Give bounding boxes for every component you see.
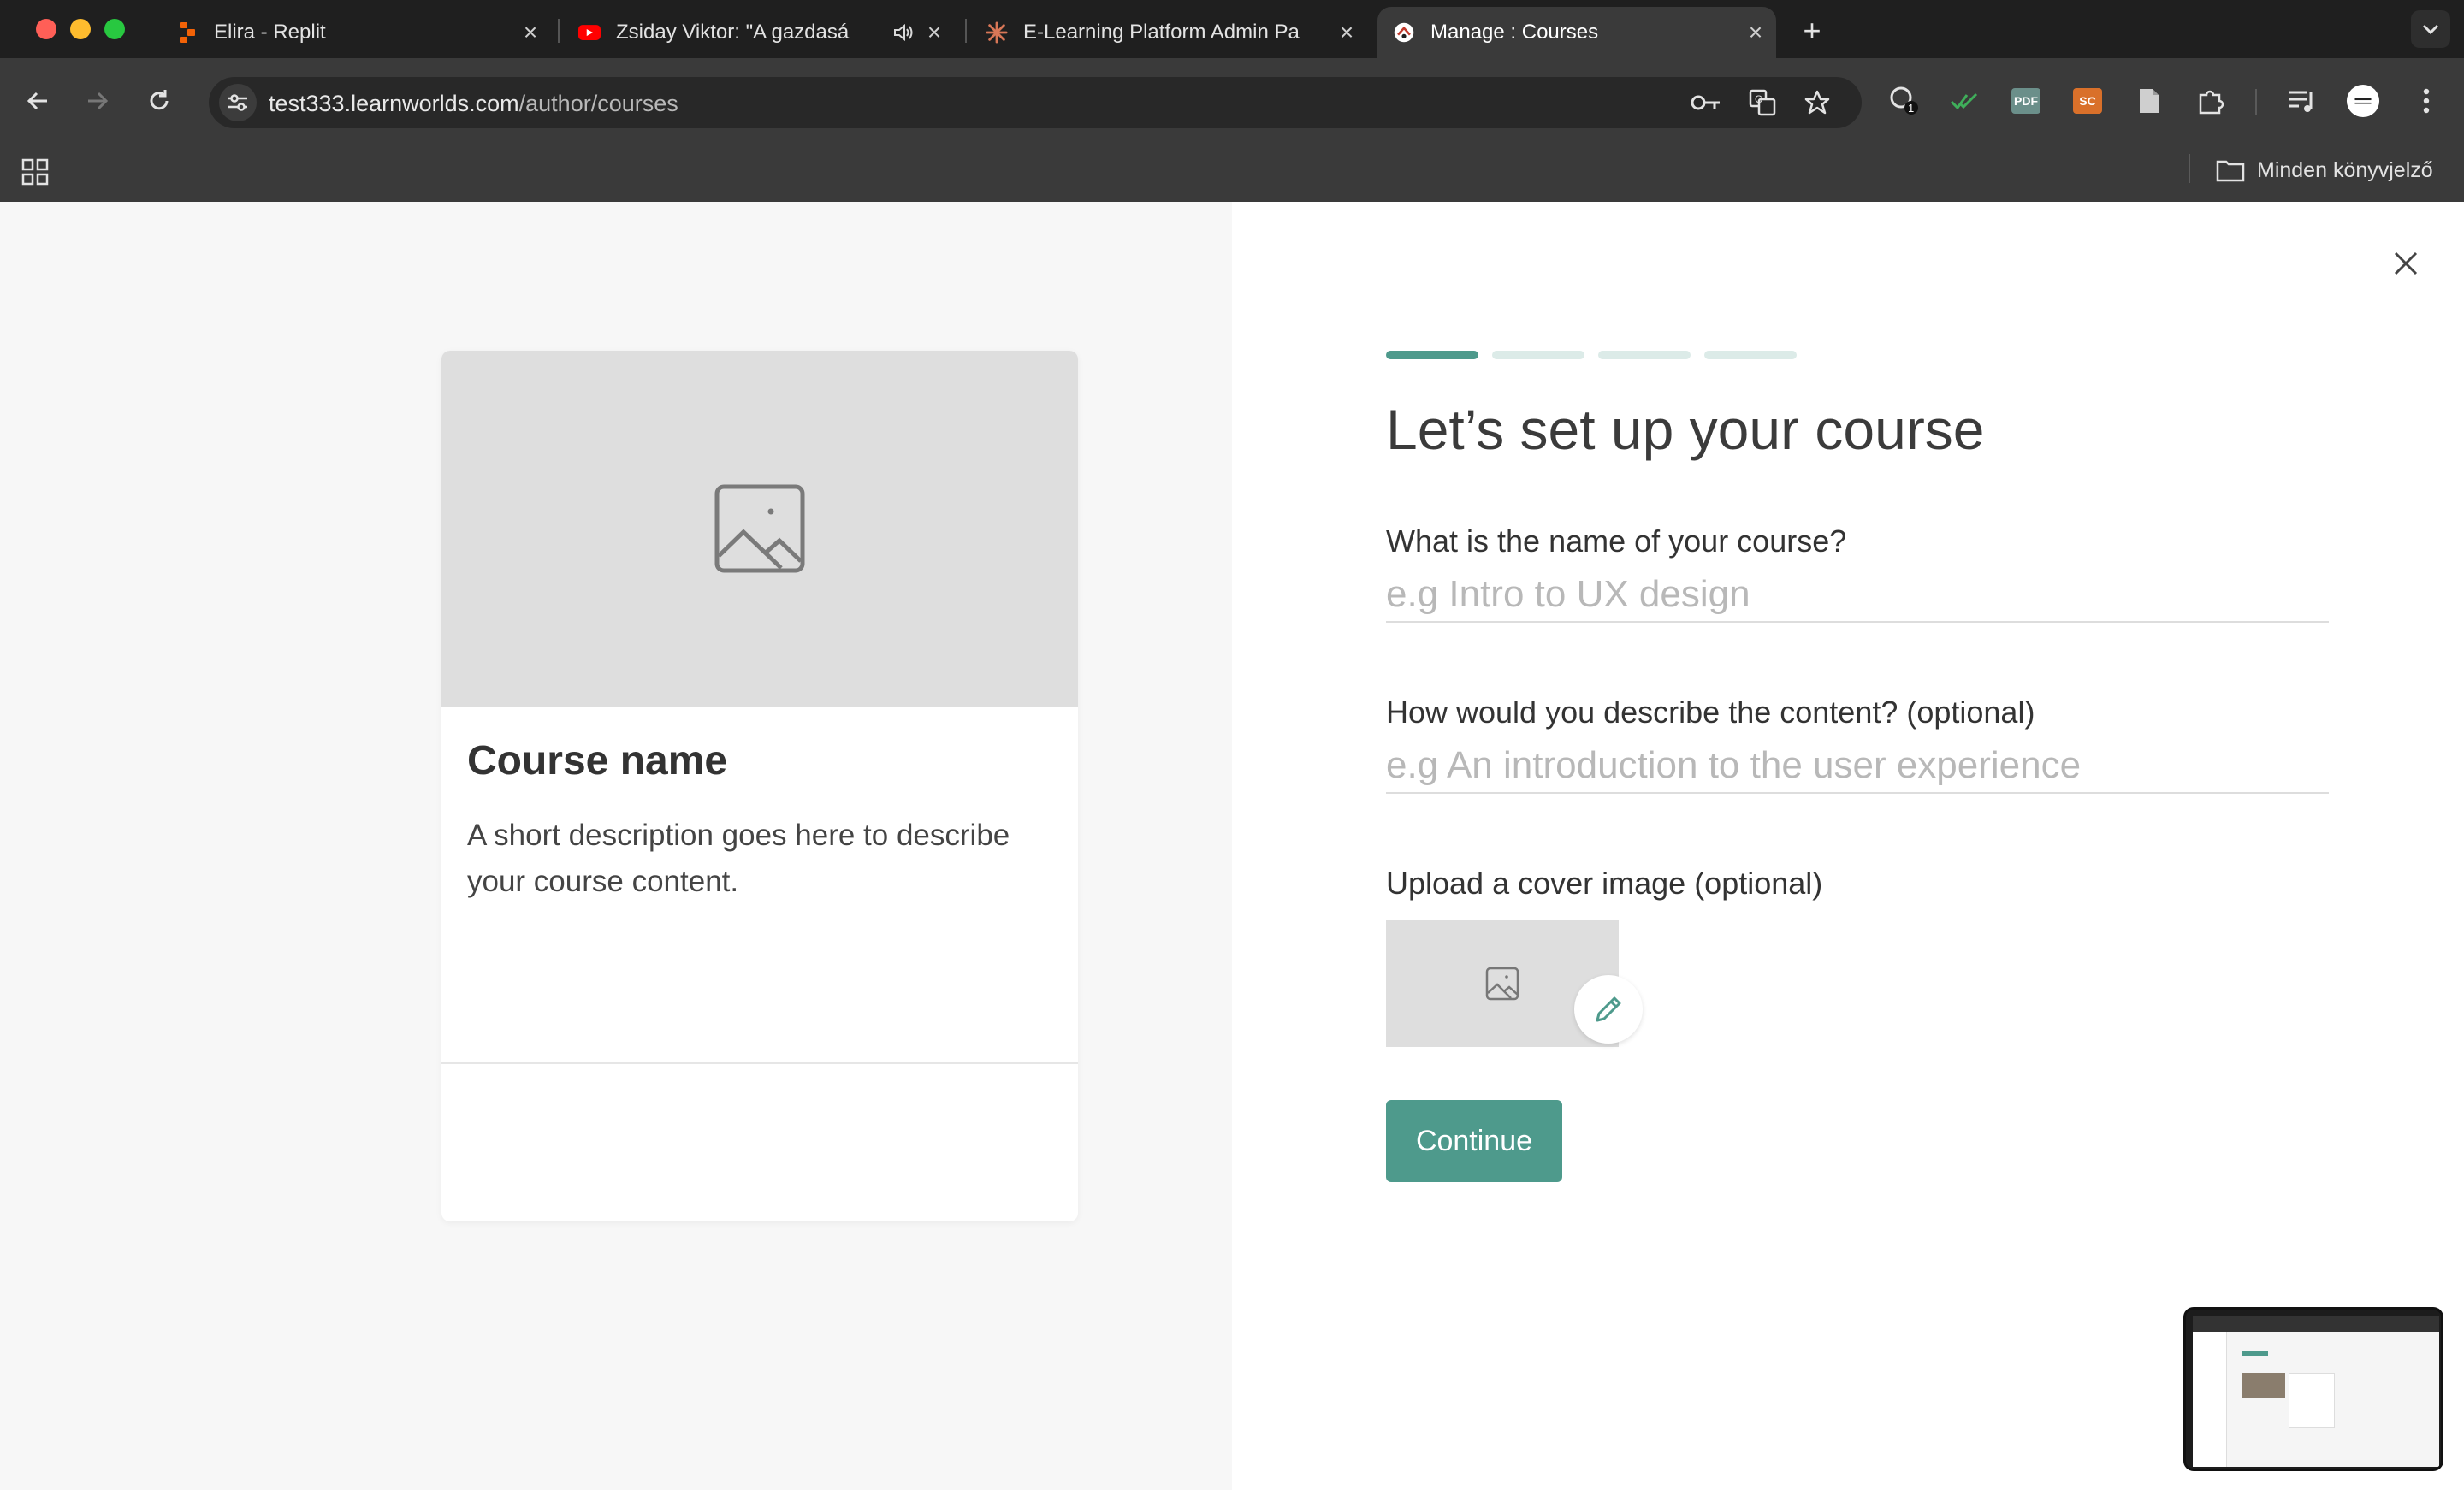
course-description-preview: A short description goes here to describ… <box>467 819 1010 898</box>
progress-step-3 <box>1598 351 1691 359</box>
reload-button[interactable] <box>140 82 178 120</box>
course-name-label: What is the name of your course? <box>1386 523 1847 559</box>
svg-text:G: G <box>1755 93 1762 105</box>
tab-close-icon[interactable]: × <box>517 19 544 46</box>
url-path: /author/courses <box>518 91 678 116</box>
course-preview-pane: Course name A short description goes her… <box>0 202 1232 1490</box>
close-button[interactable] <box>2385 243 2426 284</box>
progress-step-2 <box>1492 351 1584 359</box>
bookmarks-folder-label: Minden könyvjelző <box>2257 157 2433 182</box>
youtube-icon <box>578 21 601 44</box>
sc-extension-icon[interactable]: SC <box>2070 84 2105 118</box>
back-arrow-icon <box>27 92 47 110</box>
card-divider <box>441 1062 1078 1064</box>
bookmarks-bar: Minden könyvjelző <box>0 142 2464 202</box>
forward-arrow-icon <box>88 92 109 110</box>
tab-close-icon[interactable]: × <box>921 19 948 46</box>
address-bar[interactable]: test333.learnworlds.com/author/courses G <box>209 77 1862 128</box>
edit-cover-button[interactable] <box>1574 975 1643 1044</box>
pdf-extension-label: PDF <box>2011 88 2040 114</box>
extension-link-icon[interactable]: 1 <box>1887 84 1922 118</box>
toolbar-separator <box>2255 89 2257 115</box>
speaker-icon[interactable] <box>886 19 921 46</box>
image-placeholder-icon <box>714 484 805 573</box>
password-key-icon[interactable] <box>1691 87 1721 118</box>
page-title: Let’s set up your course <box>1386 398 1985 461</box>
extension-badge-count: 1 <box>1908 102 1914 115</box>
sc-extension-label: SC <box>2073 88 2102 114</box>
all-bookmarks-folder[interactable]: Minden könyvjelző <box>2216 154 2433 186</box>
step-progress-indicator <box>1386 351 1797 359</box>
window-maximize-button[interactable] <box>104 19 125 39</box>
document-extension-icon[interactable] <box>2132 84 2166 118</box>
tab-youtube[interactable]: Zsiday Viktor: "A gazdasá × <box>575 7 948 58</box>
translate-icon[interactable]: G <box>1747 87 1778 118</box>
progress-step-4 <box>1704 351 1797 359</box>
tab-close-icon[interactable]: × <box>1742 19 1769 46</box>
extensions-puzzle-icon[interactable] <box>2194 84 2228 118</box>
course-preview-image <box>441 351 1078 707</box>
course-preview-card: Course name A short description goes her… <box>441 351 1078 1221</box>
tab-title: Manage : Courses <box>1430 21 1599 44</box>
tab-manage-courses[interactable]: Manage : Courses × <box>1377 7 1776 58</box>
thumbnail-content <box>2193 1316 2439 1467</box>
continue-button[interactable]: Continue <box>1386 1100 1562 1182</box>
tab-separator <box>965 19 967 43</box>
thumbnail-sidebar <box>2193 1332 2227 1467</box>
bookmark-star-icon[interactable] <box>1802 87 1833 118</box>
window-close-button[interactable] <box>36 19 56 39</box>
window-minimize-button[interactable] <box>70 19 91 39</box>
url-text: test333.learnworlds.com/author/courses <box>269 91 678 117</box>
page-content: Course name A short description goes her… <box>0 202 2464 1490</box>
course-description-input[interactable] <box>1386 739 2329 794</box>
tab-separator <box>558 19 560 43</box>
replit-icon <box>176 21 198 44</box>
back-button[interactable] <box>19 82 56 120</box>
tab-title: Elira - Replit <box>214 21 326 44</box>
chevron-down-icon <box>2422 24 2439 35</box>
browser-chrome: Elira - Replit × Zsiday Viktor: "A gazda… <box>0 0 2464 202</box>
apps-grid-icon[interactable] <box>19 156 51 188</box>
pencil-icon <box>1596 996 1621 1022</box>
learnworlds-icon <box>1393 21 1415 44</box>
profile-avatar[interactable] <box>2346 84 2380 118</box>
tab-search-button[interactable] <box>2411 10 2450 48</box>
site-settings-icon[interactable] <box>219 84 257 121</box>
url-host: test333.learnworlds.com <box>269 91 519 116</box>
checkmark-extension-icon[interactable] <box>1947 84 1981 118</box>
tab-replit[interactable]: Elira - Replit × <box>168 7 544 58</box>
course-name-preview: Course name <box>467 738 728 783</box>
thumbnail-image <box>2242 1373 2285 1398</box>
folder-icon <box>2216 158 2245 182</box>
thumbnail-toolbar <box>2193 1316 2439 1332</box>
new-tab-button[interactable]: + <box>1793 12 1831 50</box>
close-icon <box>2394 251 2418 275</box>
description-label: How would you describe the content? (opt… <box>1386 695 2035 730</box>
thumbnail-accent <box>2242 1351 2268 1356</box>
more-menu-icon[interactable] <box>2409 84 2443 118</box>
tab-close-icon[interactable]: × <box>1333 19 1360 46</box>
reload-icon <box>150 90 169 110</box>
course-name-input[interactable] <box>1386 568 2329 623</box>
bookmarks-separator <box>2189 154 2190 183</box>
pdf-extension-icon[interactable]: PDF <box>2009 84 2043 118</box>
tab-claude[interactable]: E-Learning Platform Admin Pa × <box>982 7 1360 58</box>
screen-preview-thumbnail[interactable] <box>2183 1307 2443 1471</box>
media-control-icon[interactable] <box>2284 84 2319 118</box>
progress-step-1 <box>1386 351 1478 359</box>
setup-form-pane: Let’s set up your course What is the nam… <box>1232 202 2464 1490</box>
claude-icon <box>986 21 1008 44</box>
cover-image-label: Upload a cover image (optional) <box>1386 866 1823 901</box>
tab-strip: Elira - Replit × Zsiday Viktor: "A gazda… <box>0 0 2464 58</box>
image-placeholder-icon <box>1485 967 1519 1001</box>
thumbnail-card <box>2289 1373 2335 1428</box>
forward-button[interactable] <box>79 82 116 120</box>
tab-title: Zsiday Viktor: "A gazdasá <box>616 21 850 44</box>
tab-title: E-Learning Platform Admin Pa <box>1023 21 1300 44</box>
